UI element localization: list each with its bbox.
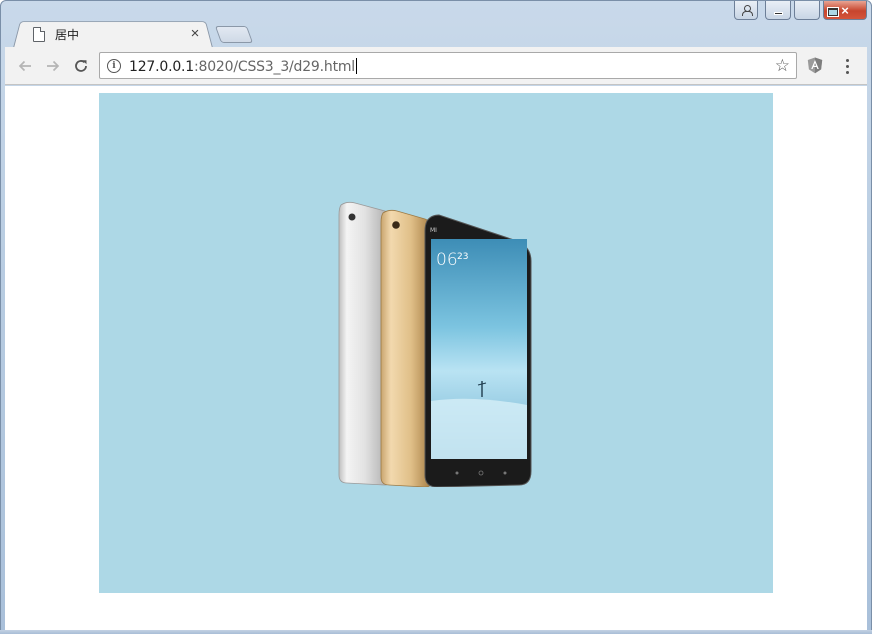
tab-close-icon[interactable]: × [187,26,203,42]
menu-dot [845,64,849,68]
title-bar: 居中 × × [1,1,871,48]
forward-button[interactable] [41,54,65,78]
browser-toolbar: i 127.0.0.1:8020/CSS3_3/d29.html ☆ [5,47,867,85]
url-host: 127.0.0.1 [129,59,194,75]
restore-button[interactable] [794,1,838,20]
back-button[interactable] [13,54,37,78]
url-path: :8020/CSS3_3/d29.html [194,59,355,75]
centered-box: MI 06 23 [99,93,773,593]
page-icon [33,26,45,42]
svg-text:23: 23 [457,252,468,262]
reload-button[interactable] [69,54,93,78]
menu-dot [845,58,849,62]
star-icon[interactable]: ☆ [775,56,790,76]
kebab-menu-icon[interactable] [841,56,853,76]
restore-icon [828,8,838,16]
menu-dot [845,70,849,74]
minimize-icon [773,11,783,15]
arrow-left-icon [18,60,31,72]
product-image: MI 06 23 [338,201,532,487]
window-bottom-edge [0,630,872,634]
tab-active[interactable]: 居中 × [25,23,211,45]
browser-window: 居中 × × i 127.0.0.1:8020/CSS3_3/d29.html … [0,0,872,634]
new-tab-button[interactable] [214,26,254,43]
reload-icon [75,60,87,72]
user-icon [741,4,753,16]
svg-text:06: 06 [436,250,458,270]
product-brand-label: MI [430,227,437,234]
tab-title: 居中 [55,27,80,42]
shield-icon [807,57,823,74]
window-controls: × [734,1,867,21]
address-bar[interactable]: i 127.0.0.1:8020/CSS3_3/d29.html ☆ [99,52,797,79]
user-profile-button[interactable] [734,1,758,20]
url-text: 127.0.0.1:8020/CSS3_3/d29.html [129,58,357,75]
page-viewport: MI 06 23 [5,86,867,631]
arrow-right-icon [47,60,60,72]
minimize-button[interactable] [765,1,791,20]
angular-extension-icon[interactable] [807,57,823,74]
text-caret [355,58,357,74]
info-icon[interactable]: i [107,59,121,73]
